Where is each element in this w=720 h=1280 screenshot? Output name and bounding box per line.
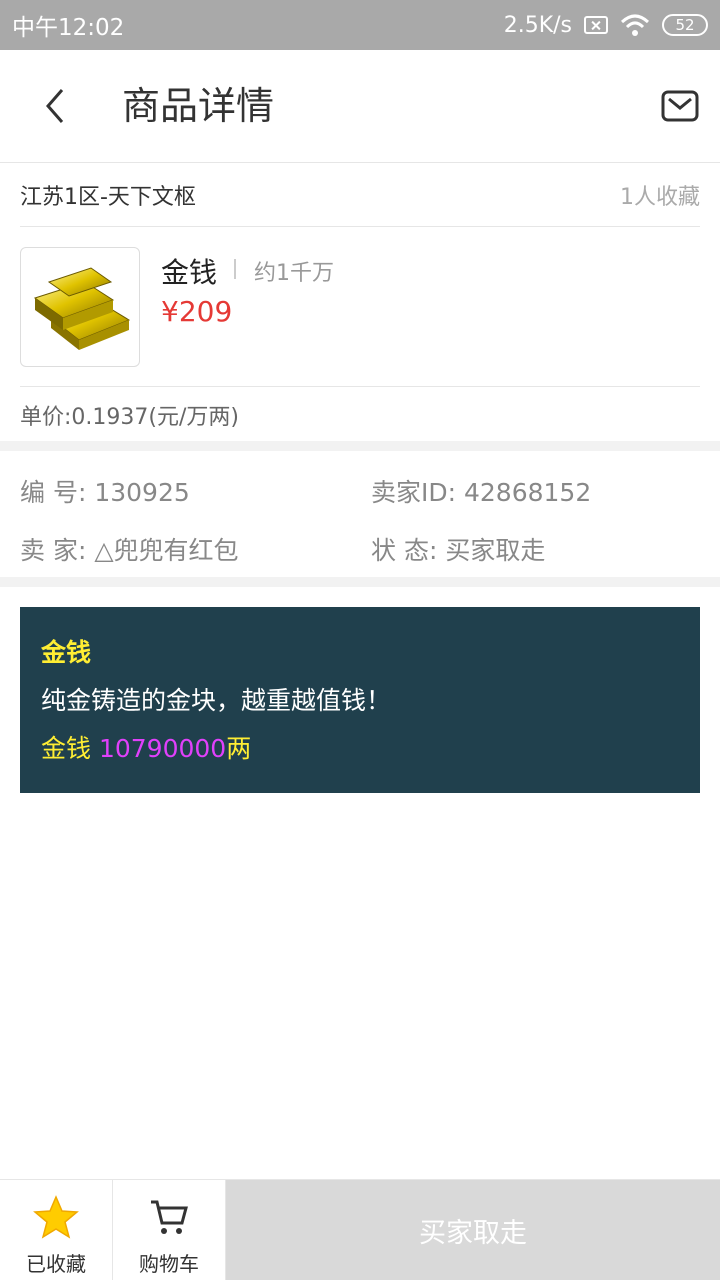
mail-icon [661, 90, 699, 122]
seller-id: 卖家ID: 42868152 [371, 473, 591, 509]
wifi-icon [620, 14, 650, 36]
page-title: 商品详情 [122, 84, 275, 128]
seller-id-label: 卖家ID: [371, 478, 457, 507]
server-row: 江苏1区-天下文枢 1人收藏 [20, 163, 700, 227]
product-image [20, 247, 140, 367]
seller-id-value: 42868152 [464, 478, 592, 507]
favorite-label: 已收藏 [26, 1252, 86, 1276]
chevron-left-icon [46, 89, 64, 123]
gold-bars-icon [33, 267, 131, 350]
order-id: 编 号: 130925 [20, 473, 190, 509]
status-right: 2.5K/s 52 [504, 13, 708, 38]
unit-price: 单价:0.1937(元/万两) [20, 405, 239, 430]
product-price: ¥209 [161, 295, 233, 328]
bottom-action-bar: 已收藏 购物车 买家取走 [0, 1179, 720, 1280]
network-speed: 2.5K/s [503, 12, 572, 38]
no-sim-icon [584, 16, 608, 34]
star-icon [33, 1194, 79, 1240]
order-id-label: 编 号: [20, 478, 87, 507]
amount-label: 金钱 [41, 734, 99, 763]
divider [234, 259, 236, 279]
cart-icon [146, 1194, 192, 1240]
server-name: 江苏1区-天下文枢 [20, 184, 196, 210]
back-button[interactable] [30, 78, 80, 134]
description-amount: 金钱 10790000两 [41, 729, 679, 769]
page: 中午12:02 2.5K/s 52 商品详情 江苏1区-天下文枢 1人收藏 金钱… [0, 0, 720, 1280]
message-button[interactable] [660, 86, 700, 126]
section-divider [0, 577, 720, 587]
item-description: 金钱 纯金铸造的金块，越重越值钱！ 金钱 10790000两 [20, 607, 700, 793]
amount-value: 10790000 [98, 734, 227, 763]
status-label: 状 态: [371, 536, 438, 565]
product-quantity: 约1千万 [254, 261, 334, 286]
status-value: 买家取走 [445, 536, 546, 565]
status-time: 中午12:02 [12, 15, 125, 41]
cart-button[interactable]: 购物车 [113, 1180, 226, 1280]
favorite-button[interactable]: 已收藏 [0, 1180, 113, 1280]
battery-icon: 52 [662, 14, 708, 36]
seller: 卖 家: △兜兜有红包 [20, 531, 239, 567]
section-divider [0, 441, 720, 451]
amount-unit: 两 [226, 734, 252, 763]
order-id-value: 130925 [94, 478, 190, 507]
buyer-pickup-button[interactable]: 买家取走 [226, 1180, 720, 1280]
description-title: 金钱 [41, 638, 92, 667]
product-name: 金钱 [161, 256, 218, 289]
description-text: 纯金铸造的金块，越重越值钱！ [41, 686, 392, 715]
product-summary: 金钱 约1千万 ¥209 [20, 227, 700, 387]
favorite-count: 1人收藏 [620, 184, 700, 210]
status-bar: 中午12:02 2.5K/s 52 [0, 0, 720, 50]
status: 状 态: 买家取走 [371, 531, 545, 567]
cart-label: 购物车 [139, 1252, 199, 1276]
seller-value: △兜兜有红包 [94, 536, 239, 565]
app-header: 商品详情 [0, 50, 720, 163]
seller-label: 卖 家: [20, 536, 87, 565]
